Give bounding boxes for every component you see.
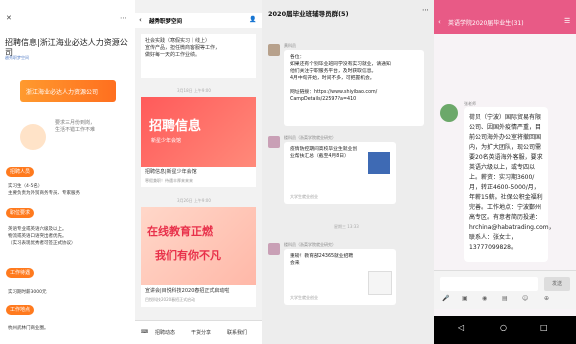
company-banner: 浙江海业必达人力资源公司 bbox=[20, 80, 116, 102]
article-summary: 目悦科技2020春招正式启动 bbox=[145, 297, 196, 302]
message-text: 各位： 如果还有个别毕业班同学没有实习就业，请通知 他们关注宁职服务平台，及时获… bbox=[290, 55, 391, 102]
article-source[interactable]: 越秀职梦空间 bbox=[5, 55, 29, 61]
menu-item-jobs[interactable]: 招聘动态 bbox=[155, 329, 175, 336]
section-badge: 招聘人员 bbox=[6, 167, 35, 177]
chat-title: 英语学院2020届毕业生(31) bbox=[448, 20, 524, 27]
avatar[interactable] bbox=[268, 136, 280, 148]
class-chat-panel: ‹ 英语学院2020届毕业生(31) ☰ 张老师 荷贝（宁波）国际贸易有限公司、… bbox=[434, 0, 576, 344]
home-nav-icon[interactable]: ○ bbox=[500, 323, 507, 332]
keyboard-icon[interactable]: ⌨ bbox=[141, 329, 148, 335]
illustration-icon bbox=[20, 124, 46, 150]
voice-icon[interactable]: 🎤 bbox=[442, 295, 449, 302]
article-panel: ✕ ⋯ 招聘信息|浙江海业必达人力资源公司 越秀职梦空间 浙江海业必达人力资源公… bbox=[0, 0, 135, 344]
menu-item-tips[interactable]: 干货分享 bbox=[191, 329, 211, 336]
section-badge: 工作地点 bbox=[6, 305, 35, 315]
slogan-line: 要求三月份到岗， bbox=[55, 120, 96, 126]
sender-name: 楼科员（浙菜学院就业研究） bbox=[284, 135, 336, 140]
section-body: 杭州武林门商业圈。 bbox=[8, 326, 49, 331]
article-card[interactable]: 招聘信息 新星少年会馆 招聘信息|新星少年会馆 寒假兼职！待遇丰厚来来来 bbox=[141, 97, 256, 187]
send-button[interactable]: 发送 bbox=[544, 277, 570, 291]
card-source: 大学生就业创业 bbox=[290, 295, 318, 300]
plus-icon[interactable]: ⊕ bbox=[544, 295, 549, 302]
account-menu-bar: ⌨ 招聘动态 干货分享 联系我们 bbox=[135, 320, 262, 344]
article-summary: 寒假兼职！待遇丰厚来来来 bbox=[145, 178, 193, 183]
card-title: 疫情防控期间高校毕业生就业创 业帮扶汇总（截至4月8日） bbox=[290, 147, 358, 159]
chat-title: 2020届毕业班辅导员群(5) bbox=[268, 10, 349, 18]
image-icon[interactable]: ▣ bbox=[462, 295, 468, 302]
menu-item-contact[interactable]: 联系我们 bbox=[227, 329, 247, 336]
image-text: 招聘信息 bbox=[149, 119, 202, 134]
timestamp: 星期三 13:33 bbox=[334, 224, 359, 229]
sender-name: 楼科员（浙菜学院就业研究） bbox=[284, 242, 336, 247]
back-icon[interactable]: ‹ bbox=[438, 18, 441, 26]
article-card[interactable]: 在线教育正燃 我们有你不凡 宣讲会|目悦科技2020春招正式启动啦 目悦科技20… bbox=[141, 207, 256, 307]
group-icon[interactable]: ☰ bbox=[564, 17, 570, 25]
timestamp: 3月18日 上午9:00 bbox=[177, 88, 211, 93]
message-card[interactable]: 社会实践（寒假实习｜线上） 宣传产品，担任微商客服等工作， 做好每一天的工作业绩… bbox=[141, 34, 256, 78]
section-body: 英语专业或英语六级及以上。 物流或英语口语突出者优先。 （实习表现优秀者可签正式… bbox=[8, 227, 76, 246]
account-header: ‹ 越秀职梦空间 👤 bbox=[135, 13, 262, 28]
avatar[interactable] bbox=[268, 243, 280, 255]
close-icon[interactable]: ✕ bbox=[6, 14, 12, 22]
card-thumbnail bbox=[368, 152, 390, 174]
timestamp: 3月26日 上午9:00 bbox=[177, 198, 211, 203]
card-title: 重磅！教育部24365就业招聘 会来 bbox=[290, 254, 354, 266]
section-badge: 职位要求 bbox=[6, 208, 35, 218]
article-image: 在线教育正燃 我们有你不凡 bbox=[141, 207, 256, 285]
back-nav-icon[interactable]: ◁ bbox=[458, 323, 464, 332]
back-icon[interactable]: ‹ bbox=[139, 16, 142, 24]
group-chat-panel: 2020届毕业班辅导员群(5) ⋯ 黄科员 各位： 如果还有个别毕业班同学没有实… bbox=[262, 0, 434, 344]
message-input[interactable] bbox=[440, 277, 538, 291]
avatar[interactable] bbox=[440, 104, 458, 122]
image-text: 在线教育正燃 bbox=[147, 225, 213, 238]
article-image: 招聘信息 新星少年会馆 bbox=[141, 97, 256, 167]
image-text: 我们有你不凡 bbox=[155, 249, 221, 262]
account-name: 越秀职梦空间 bbox=[149, 19, 183, 25]
emoji-icon[interactable]: ☺ bbox=[522, 295, 528, 302]
recent-nav-icon[interactable]: □ bbox=[540, 323, 548, 332]
avatar[interactable] bbox=[268, 44, 280, 56]
chat-header: 2020届毕业班辅导员群(5) ⋯ bbox=[262, 0, 434, 22]
slogan-line: 生活不错工作不难 bbox=[55, 127, 96, 133]
official-account-panel: ‹ 越秀职梦空间 👤 社会实践（寒假实习｜线上） 宣传产品，担任微商客服等工作，… bbox=[135, 0, 262, 344]
redpacket-icon[interactable]: ▤ bbox=[502, 295, 508, 302]
chat-header: ‹ 英语学院2020届毕业生(31) ☰ bbox=[434, 0, 576, 34]
link-card[interactable]: 重磅！教育部24365就业招聘 会来 大学生就业创业 bbox=[284, 249, 396, 305]
link-card[interactable]: 疫情防控期间高校毕业生就业创 业帮扶汇总（截至4月8日） 大学生就业创业 bbox=[284, 142, 396, 204]
status-bar: ✕ ⋯ bbox=[0, 0, 135, 22]
message-composer: 发送 🎤 ▣ ◉ ▤ ☺ ⊕ bbox=[434, 270, 576, 309]
more-icon[interactable]: ⋯ bbox=[120, 14, 127, 22]
article-title: 招聘信息|新星少年会馆 bbox=[145, 169, 197, 175]
banner-text: 浙江海业必达人力资源公司 bbox=[26, 89, 99, 96]
message-bubble[interactable]: 各位： 如果还有个别毕业班同学没有实习就业，请通知 他们关注宁职服务平台，及时获… bbox=[284, 50, 424, 126]
message-bubble[interactable]: 荷贝（宁波）国际贸易有限公司、因国外疫情严重，目前公司海外办公室将撤回国内，为扩… bbox=[464, 107, 555, 262]
system-nav-bar: ◁ ○ □ bbox=[434, 316, 576, 344]
section-badge: 工作待遇 bbox=[6, 268, 35, 278]
sender-name: 黄科员 bbox=[284, 43, 296, 48]
article-title: 宣讲会|目悦科技2020春招正式启动啦 bbox=[145, 288, 230, 294]
camera-icon[interactable]: ◉ bbox=[482, 295, 487, 302]
section-body: 实习生（4-5名） 主要负责为外贸商务专员、专家服务 bbox=[8, 184, 80, 196]
message-text: 荷贝（宁波）国际贸易有限公司、因国外疫情严重，目前公司海外办公室将撤回国内，为扩… bbox=[469, 114, 555, 251]
more-icon[interactable]: ⋯ bbox=[422, 6, 429, 14]
profile-icon[interactable]: 👤 bbox=[249, 16, 256, 23]
card-source: 大学生就业创业 bbox=[290, 194, 318, 199]
card-text: 社会实践（寒假实习｜线上） 宣传产品，担任微商客服等工作， 做好每一天的工作业绩… bbox=[145, 38, 221, 58]
slogan: 要求三月份到岗， 生活不错工作不难 bbox=[55, 120, 95, 134]
section-body: 实习期时薪3000元 bbox=[8, 290, 47, 295]
image-subtext: 新星少年会馆 bbox=[151, 138, 182, 144]
card-thumbnail bbox=[368, 271, 392, 295]
